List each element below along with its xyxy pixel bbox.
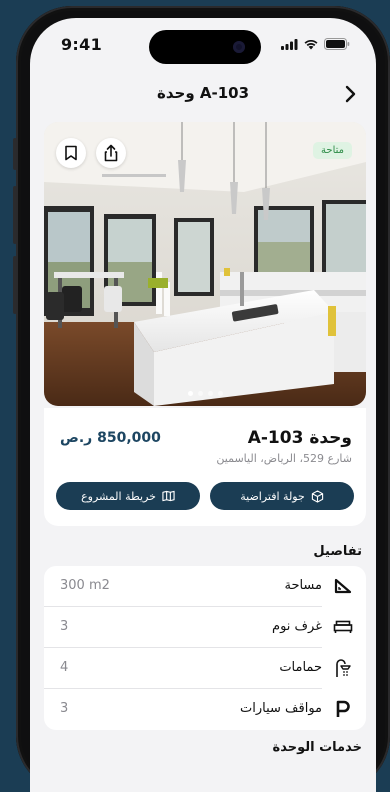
carousel-dot[interactable]: [207, 391, 213, 396]
carousel-dot[interactable]: [197, 391, 203, 396]
carousel-dot[interactable]: [187, 391, 193, 396]
detail-row-bedrooms: 3 غرف نوم: [44, 607, 366, 648]
detail-row-bathrooms: 4 حمامات: [44, 648, 366, 689]
virtual-tour-button[interactable]: جولة افتراضية: [210, 482, 354, 510]
virtual-tour-label: جولة افتراضية: [240, 489, 305, 503]
bookmark-icon: [65, 145, 77, 161]
detail-value: 4: [60, 660, 69, 675]
details-list: 300 m2 مساحة 3 غرف نوم 4 حمامات 3 مواقف …: [44, 566, 366, 730]
chevron-right-icon[interactable]: [338, 82, 362, 106]
map-icon: [162, 490, 175, 502]
share-button[interactable]: [96, 138, 126, 168]
wifi-icon: [304, 39, 318, 50]
cellular-signal-icon: [281, 38, 298, 50]
detail-label: حمامات: [279, 660, 322, 675]
carousel-pagination[interactable]: [44, 391, 366, 396]
status-time: 9:41: [61, 35, 102, 54]
unit-info-card: وحدة A-103 850,000 ر.ص شارع 529، الرياض،…: [44, 408, 366, 526]
detail-row-area: 300 m2 مساحة: [44, 566, 366, 607]
dynamic-island: [149, 30, 261, 64]
status-bar: 9:41: [30, 18, 376, 68]
navigation-bar: وحدة A-103: [30, 76, 376, 112]
detail-value: 3: [60, 701, 69, 716]
services-section-title: خدمات الوحدة: [272, 740, 362, 755]
detail-label: مواقف سيارات: [240, 701, 322, 716]
details-section-title: تفاصيل: [313, 544, 362, 559]
detail-value: 300 m2: [60, 578, 110, 593]
detail-value: 3: [60, 619, 69, 634]
bed-icon: [332, 616, 354, 638]
unit-address: شارع 529، الرياض، الياسمين: [216, 452, 352, 465]
detail-row-parking: 3 مواقف سيارات: [44, 689, 366, 730]
area-icon: [332, 575, 354, 597]
unit-photo-carousel[interactable]: متاحة: [44, 122, 366, 406]
page-title: وحدة A-103: [156, 84, 250, 102]
share-icon: [104, 144, 118, 162]
battery-icon: [324, 38, 350, 50]
parking-icon: [332, 698, 354, 720]
carousel-dot[interactable]: [217, 391, 223, 396]
shower-icon: [332, 657, 354, 679]
detail-label: مساحة: [284, 578, 322, 593]
bookmark-button[interactable]: [56, 138, 86, 168]
kitchen-photo: [44, 122, 366, 406]
app-screen: 9:41 وحدة A-103 متاحة وحدة A-103 850,000…: [30, 18, 376, 792]
unit-title: وحدة A-103: [247, 428, 352, 448]
availability-badge: متاحة: [313, 142, 352, 159]
project-map-button[interactable]: خريطة المشروع: [56, 482, 200, 510]
project-map-label: خريطة المشروع: [81, 489, 156, 503]
cube-icon: [311, 489, 323, 503]
detail-label: غرف نوم: [272, 619, 322, 634]
unit-price: 850,000 ر.ص: [60, 430, 161, 446]
status-icons: [281, 38, 350, 50]
